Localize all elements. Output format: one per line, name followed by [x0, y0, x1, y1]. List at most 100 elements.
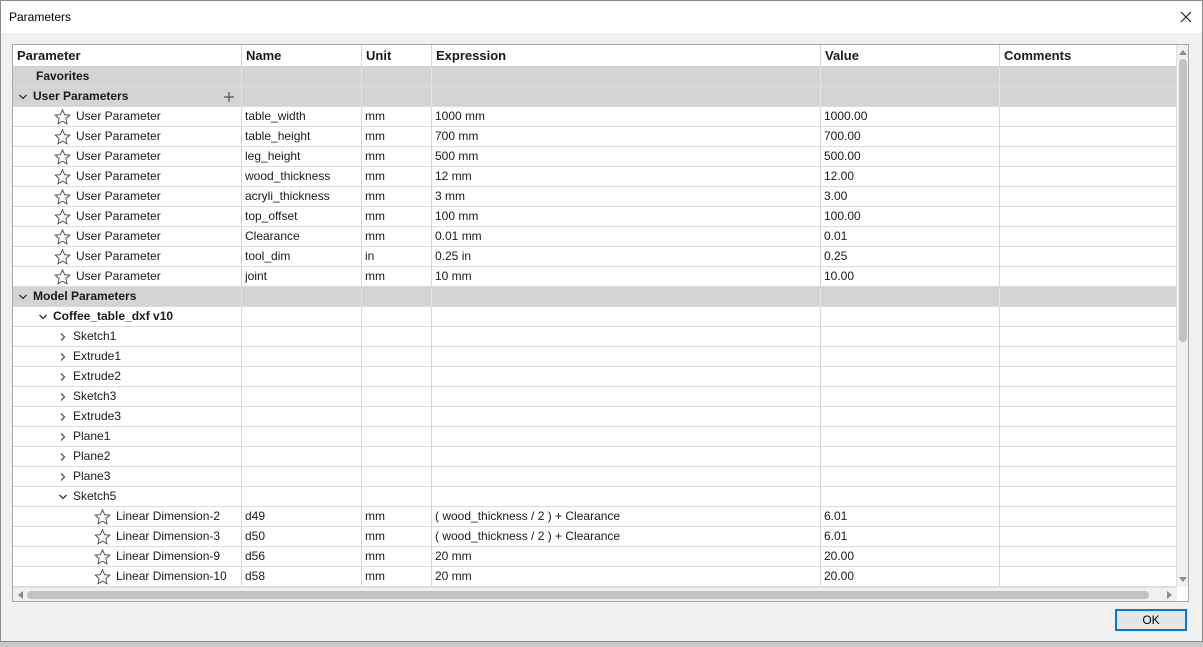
expression-cell[interactable]: 1000 mm	[432, 107, 821, 127]
name-cell[interactable]: d49	[242, 507, 362, 527]
unit-cell[interactable]: mm	[362, 267, 432, 287]
chevron-down-icon[interactable]	[16, 292, 30, 302]
star-outline-icon[interactable]	[94, 508, 112, 525]
scroll-down-icon[interactable]	[1177, 574, 1188, 586]
chevron-down-icon[interactable]	[16, 92, 30, 102]
close-button[interactable]	[1174, 5, 1198, 29]
column-header-unit[interactable]: Unit	[362, 45, 432, 67]
unit-cell[interactable]: mm	[362, 107, 432, 127]
table-row[interactable]: Linear Dimension-10 d58 mm 20 mm 20.00	[13, 567, 1177, 587]
comments-cell[interactable]	[1000, 227, 1177, 247]
feature-row[interactable]: Sketch3	[13, 387, 1177, 407]
star-outline-icon[interactable]	[94, 528, 112, 545]
table-row[interactable]: Linear Dimension-2 d49 mm( wood_thickness …	[13, 507, 1177, 527]
value-cell[interactable]: 6.01	[821, 507, 1000, 527]
expression-cell[interactable]: 100 mm	[432, 207, 821, 227]
star-outline-icon[interactable]	[54, 128, 72, 145]
column-header-name[interactable]: Name	[242, 45, 362, 67]
expression-cell[interactable]: 20 mm	[432, 547, 821, 567]
ok-button[interactable]: OK	[1115, 609, 1187, 631]
star-outline-icon[interactable]	[54, 228, 72, 245]
expression-cell[interactable]: 3 mm	[432, 187, 821, 207]
star-outline-icon[interactable]	[54, 268, 72, 285]
comments-cell[interactable]	[1000, 567, 1177, 587]
horizontal-scroll-thumb[interactable]	[27, 591, 1149, 599]
name-cell[interactable]: joint	[242, 267, 362, 287]
expression-cell[interactable]: ( wood_thickness / 2 ) + Clearance	[432, 507, 821, 527]
star-outline-icon[interactable]	[94, 568, 112, 585]
chevron-right-icon[interactable]	[56, 452, 70, 462]
value-cell[interactable]: 700.00	[821, 127, 1000, 147]
scroll-up-icon[interactable]	[1177, 46, 1188, 58]
unit-cell[interactable]: mm	[362, 147, 432, 167]
expression-cell[interactable]: 0.01 mm	[432, 227, 821, 247]
chevron-right-icon[interactable]	[56, 332, 70, 342]
star-outline-icon[interactable]	[54, 248, 72, 265]
vertical-scrollbar[interactable]	[1176, 45, 1188, 587]
plus-icon[interactable]	[222, 88, 236, 106]
comments-cell[interactable]	[1000, 187, 1177, 207]
model-parameters-section-row[interactable]: Model Parameters	[13, 287, 1177, 307]
column-header-parameter[interactable]: Parameter	[13, 45, 242, 67]
unit-cell[interactable]: mm	[362, 187, 432, 207]
chevron-down-icon[interactable]	[36, 312, 50, 322]
table-row[interactable]: User Parameter wood_thickness mm 12 mm 12.00	[13, 167, 1177, 187]
star-outline-icon[interactable]	[54, 208, 72, 225]
comments-cell[interactable]	[1000, 527, 1177, 547]
expression-cell[interactable]: 500 mm	[432, 147, 821, 167]
value-cell[interactable]: 10.00	[821, 267, 1000, 287]
value-cell[interactable]: 3.00	[821, 187, 1000, 207]
table-row[interactable]: User Parameter table_height mm 700 mm 700.00	[13, 127, 1177, 147]
user-parameters-section-row[interactable]: User Parameters	[13, 87, 1177, 107]
value-cell[interactable]: 0.25	[821, 247, 1000, 267]
star-outline-icon[interactable]	[54, 168, 72, 185]
expression-cell[interactable]: 700 mm	[432, 127, 821, 147]
expression-cell[interactable]: 0.25 in	[432, 247, 821, 267]
comments-cell[interactable]	[1000, 547, 1177, 567]
comments-cell[interactable]	[1000, 207, 1177, 227]
unit-cell[interactable]: mm	[362, 507, 432, 527]
vertical-scroll-thumb[interactable]	[1179, 59, 1187, 342]
chevron-right-icon[interactable]	[56, 432, 70, 442]
comments-cell[interactable]	[1000, 107, 1177, 127]
feature-row[interactable]: Sketch5	[13, 487, 1177, 507]
component-row[interactable]: Coffee_table_dxf v10	[13, 307, 1177, 327]
expression-cell[interactable]: ( wood_thickness / 2 ) + Clearance	[432, 527, 821, 547]
chevron-right-icon[interactable]	[56, 352, 70, 362]
unit-cell[interactable]: mm	[362, 547, 432, 567]
expression-cell[interactable]: 10 mm	[432, 267, 821, 287]
favorites-section-row[interactable]: Favorites	[13, 67, 1177, 87]
unit-cell[interactable]: mm	[362, 207, 432, 227]
unit-cell[interactable]: mm	[362, 527, 432, 547]
chevron-down-icon[interactable]	[56, 492, 70, 502]
feature-row[interactable]: Extrude1	[13, 347, 1177, 367]
unit-cell[interactable]: mm	[362, 167, 432, 187]
value-cell[interactable]: 20.00	[821, 567, 1000, 587]
horizontal-scrollbar[interactable]	[13, 587, 1177, 601]
feature-row[interactable]: Extrude2	[13, 367, 1177, 387]
value-cell[interactable]: 500.00	[821, 147, 1000, 167]
column-header-comments[interactable]: Comments	[1000, 45, 1177, 67]
value-cell[interactable]: 12.00	[821, 167, 1000, 187]
table-row[interactable]: User Parameter tool_dim in 0.25 in 0.25	[13, 247, 1177, 267]
table-row[interactable]: User Parameter Clearance mm 0.01 mm 0.01	[13, 227, 1177, 247]
table-row[interactable]: User Parameter acryli_thickness mm 3 mm 3.00	[13, 187, 1177, 207]
name-cell[interactable]: table_width	[242, 107, 362, 127]
feature-row[interactable]: Extrude3	[13, 407, 1177, 427]
expression-cell[interactable]: 20 mm	[432, 567, 821, 587]
name-cell[interactable]: top_offset	[242, 207, 362, 227]
value-cell[interactable]: 20.00	[821, 547, 1000, 567]
unit-cell[interactable]: mm	[362, 227, 432, 247]
name-cell[interactable]: wood_thickness	[242, 167, 362, 187]
comments-cell[interactable]	[1000, 167, 1177, 187]
name-cell[interactable]: acryli_thickness	[242, 187, 362, 207]
expression-cell[interactable]: 12 mm	[432, 167, 821, 187]
star-outline-icon[interactable]	[54, 108, 72, 125]
name-cell[interactable]: tool_dim	[242, 247, 362, 267]
table-row[interactable]: User Parameter table_width mm 1000 mm 1000.0…	[13, 107, 1177, 127]
value-cell[interactable]: 0.01	[821, 227, 1000, 247]
table-row[interactable]: Linear Dimension-3 d50 mm( wood_thickness …	[13, 527, 1177, 547]
column-header-expression[interactable]: Expression	[432, 45, 821, 67]
comments-cell[interactable]	[1000, 267, 1177, 287]
comments-cell[interactable]	[1000, 147, 1177, 167]
